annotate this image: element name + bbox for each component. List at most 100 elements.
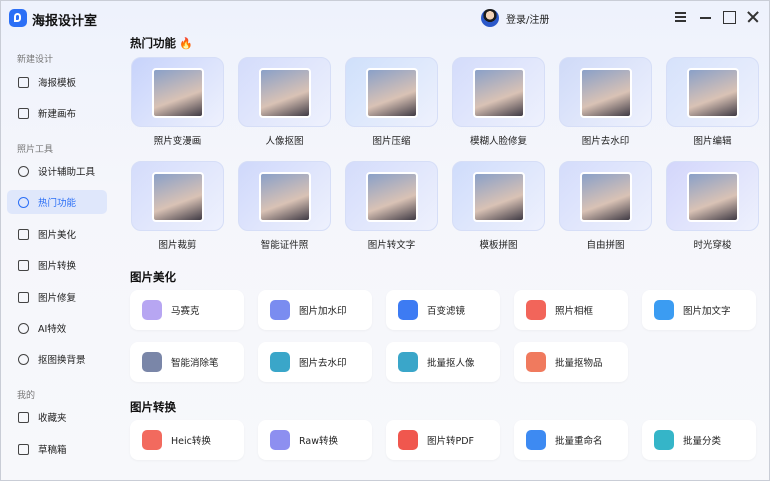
card-label: 图片压缩: [372, 136, 411, 147]
hot-card[interactable]: 人像抠图: [238, 57, 331, 147]
tool-icon: [526, 300, 546, 320]
menu-icon[interactable]: [673, 9, 689, 25]
thumbnail-photo: [687, 172, 739, 222]
tool-button[interactable]: 图片加水印: [258, 290, 372, 330]
card-thumbnail: [345, 161, 438, 231]
tool-button[interactable]: 百变滤镜: [386, 290, 500, 330]
template-icon: [18, 76, 29, 88]
card-thumbnail: [131, 57, 224, 127]
user-avatar-icon[interactable]: [481, 9, 499, 27]
sidebar-item-drafts[interactable]: 草稿箱: [7, 437, 107, 461]
drafts-icon: [18, 443, 29, 455]
hot-card[interactable]: 照片变漫画: [131, 57, 224, 147]
beautify-icon: [18, 228, 29, 240]
tool-button[interactable]: 批量抠物品: [514, 342, 628, 382]
login-link[interactable]: 登录/注册: [506, 11, 549, 26]
hot-card[interactable]: 图片转文字: [345, 161, 438, 251]
sidebar-item-ai-effects[interactable]: AI特效: [7, 316, 107, 340]
card-thumbnail: [238, 57, 331, 127]
card-thumbnail: [238, 161, 331, 231]
canvas-icon: [18, 107, 29, 119]
tool-label: 图片加水印: [299, 306, 347, 317]
thumbnail-photo: [152, 172, 204, 222]
sidebar-item-label: 设计辅助工具: [38, 167, 96, 178]
thumbnail-photo: [366, 68, 418, 118]
thumbnail-photo: [580, 172, 632, 222]
tool-button[interactable]: 批量重命名: [514, 420, 628, 460]
tool-button[interactable]: 批量分类: [642, 420, 756, 460]
tool-button[interactable]: 图片加文字: [642, 290, 756, 330]
hot-card[interactable]: 智能证件照: [238, 161, 331, 251]
sidebar-item-poster-template[interactable]: 海报模板: [7, 70, 107, 94]
thumbnail-photo: [473, 172, 525, 222]
fire-icon: [18, 196, 29, 208]
sidebar-item-design-tools[interactable]: 设计辅助工具: [7, 159, 107, 183]
tool-icon: [398, 300, 418, 320]
tool-icon: [270, 430, 290, 450]
hot-card[interactable]: 图片裁剪: [131, 161, 224, 251]
card-label: 时光穿梭: [693, 240, 732, 251]
tool-label: 批量重命名: [555, 436, 603, 447]
tool-label: 图片转PDF: [427, 436, 475, 447]
cutout-icon: [18, 353, 29, 365]
sidebar-item-repair[interactable]: 图片修复: [7, 285, 107, 309]
hot-card[interactable]: 模糊人脸修复: [452, 57, 545, 147]
card-thumbnail: [452, 161, 545, 231]
tool-label: 马赛克: [171, 306, 200, 317]
sidebar-item-hot-features[interactable]: 热门功能: [7, 190, 107, 214]
tool-label: Heic转换: [171, 436, 211, 447]
compass-icon: [18, 165, 29, 177]
sidebar-item-label: 收藏夹: [38, 413, 67, 424]
sidebar-item-label: 图片转换: [38, 261, 77, 272]
sidebar-item-label: AI特效: [38, 324, 67, 335]
card-thumbnail: [345, 57, 438, 127]
tool-button[interactable]: 图片去水印: [258, 342, 372, 382]
card-label: 人像抠图: [265, 136, 304, 147]
hot-card[interactable]: 自由拼图: [559, 161, 652, 251]
hot-card[interactable]: 图片去水印: [559, 57, 652, 147]
sidebar-item-label: 草稿箱: [38, 445, 67, 456]
tool-label: 图片加文字: [683, 306, 731, 317]
tool-icon: [142, 300, 162, 320]
card-label: 图片裁剪: [158, 240, 197, 251]
sidebar-item-cutout[interactable]: 抠图换背景: [7, 347, 107, 371]
tool-icon: [526, 352, 546, 372]
card-label: 模板拼图: [479, 240, 518, 251]
ai-icon: [18, 322, 29, 334]
tool-button[interactable]: Raw转换: [258, 420, 372, 460]
tool-button[interactable]: 图片转PDF: [386, 420, 500, 460]
tool-button[interactable]: 马赛克: [130, 290, 244, 330]
card-thumbnail: [452, 57, 545, 127]
hot-card[interactable]: 模板拼图: [452, 161, 545, 251]
sidebar-item-favorites[interactable]: 收藏夹: [7, 405, 107, 429]
convert-icon: [18, 259, 29, 271]
sidebar-item-beautify[interactable]: 图片美化: [7, 222, 107, 246]
sidebar-item-convert[interactable]: 图片转换: [7, 253, 107, 277]
tool-icon: [654, 430, 674, 450]
tool-button[interactable]: 批量抠人像: [386, 342, 500, 382]
hot-card[interactable]: 图片编辑: [666, 57, 759, 147]
favorites-icon: [18, 411, 29, 423]
minimize-icon[interactable]: [698, 9, 714, 25]
card-thumbnail: [559, 161, 652, 231]
sidebar-item-new-canvas[interactable]: 新建画布: [7, 101, 107, 125]
sidebar-item-label: 热门功能: [38, 198, 77, 209]
card-label: 图片转文字: [367, 240, 416, 251]
card-label: 图片去水印: [581, 136, 630, 147]
tool-button[interactable]: 照片相框: [514, 290, 628, 330]
tool-button[interactable]: 智能消除笔: [130, 342, 244, 382]
tool-label: 照片相框: [555, 306, 594, 317]
app-logo-icon: [9, 9, 27, 27]
thumbnail-photo: [366, 172, 418, 222]
section-title-text: 热门功能: [130, 36, 176, 50]
tool-icon: [142, 430, 162, 450]
tool-label: 百变滤镜: [427, 306, 466, 317]
thumbnail-photo: [259, 172, 311, 222]
close-icon[interactable]: [745, 9, 761, 25]
hot-card[interactable]: 时光穿梭: [666, 161, 759, 251]
main-content: 热门功能 🔥 照片变漫画 人像抠图 图片压缩 模糊人脸修复 图片去水印 图片编辑 图片裁剪 智能…: [117, 31, 767, 481]
section-title-beautify: 图片美化: [130, 270, 176, 284]
hot-card[interactable]: 图片压缩: [345, 57, 438, 147]
tool-button[interactable]: Heic转换: [130, 420, 244, 460]
maximize-icon[interactable]: [721, 9, 737, 25]
